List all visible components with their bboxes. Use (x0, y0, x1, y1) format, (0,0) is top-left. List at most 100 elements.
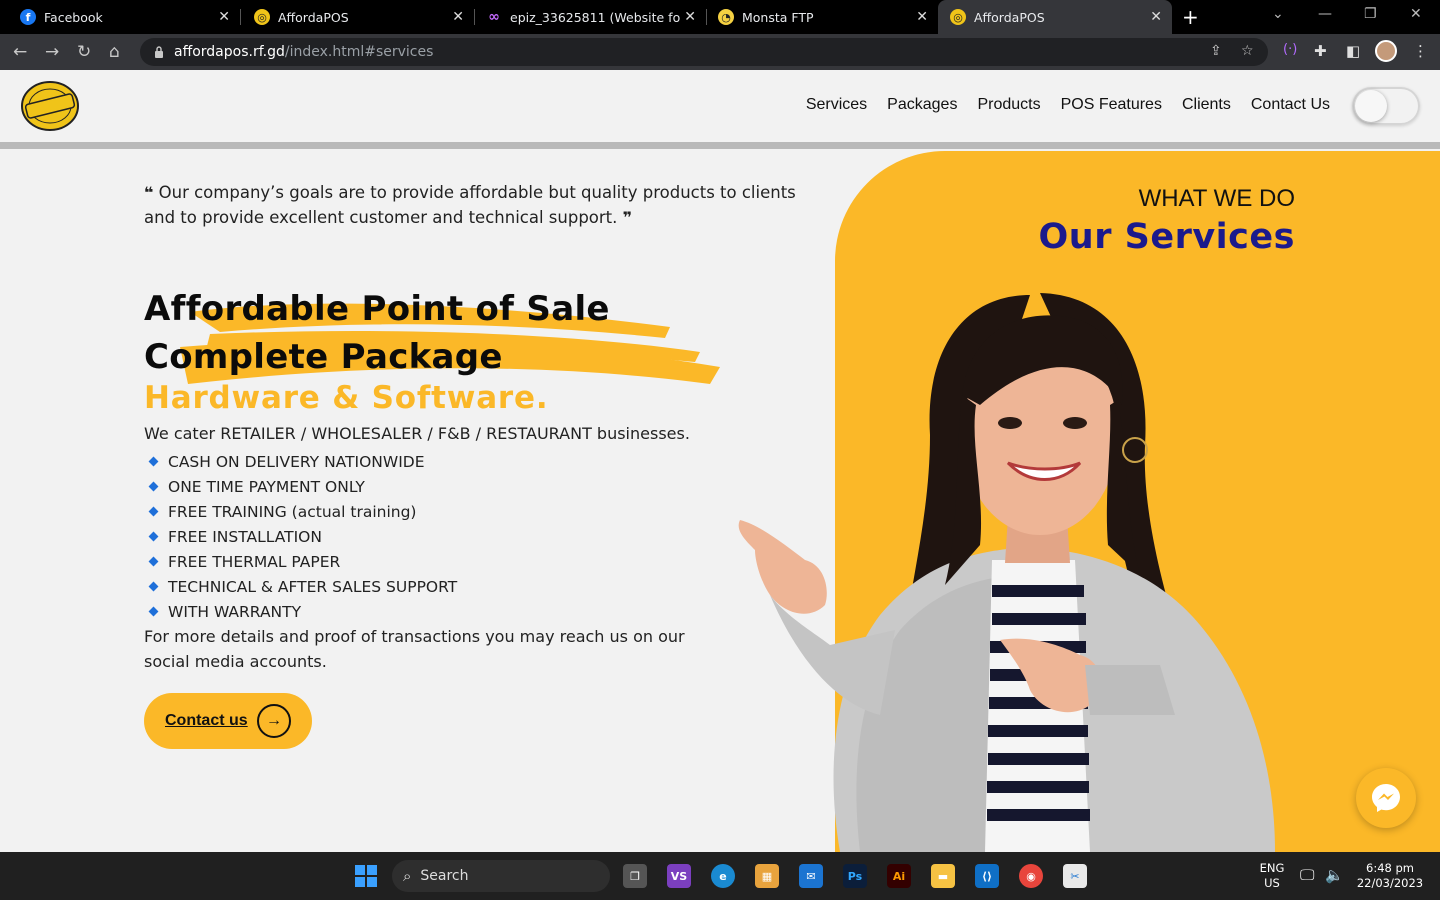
close-icon[interactable]: ✕ (452, 9, 464, 25)
contact-us-label: Contact us (165, 712, 248, 729)
menu-kebab-icon[interactable]: ⋮ (1413, 42, 1428, 60)
theme-toggle[interactable] (1352, 87, 1420, 125)
diamond-bullet-icon (148, 581, 159, 592)
edge-icon[interactable]: e (711, 864, 735, 888)
feature-text: ONE TIME PAYMENT ONLY (168, 477, 365, 496)
affordapos-icon: ◎ (950, 9, 966, 25)
tab-title: AffordaPOS (974, 9, 1045, 25)
microsoft-store-icon[interactable]: ▦ (755, 864, 779, 888)
windows-taskbar: ⌕ Search ❐ VS e ▦ ✉ Ps Ai ▬ ⟨⟩ ◉ ✂ ENG U… (0, 852, 1440, 900)
volume-icon[interactable]: 🔈 (1325, 866, 1344, 884)
details-text: For more details and proof of transactio… (144, 627, 685, 671)
clock[interactable]: 6:48 pm 22/03/2023 (1350, 861, 1430, 891)
messenger-chat-button[interactable] (1356, 768, 1416, 828)
address-bar[interactable]: affordapos.rf.gd/index.html#services ⇪ ☆ (140, 38, 1268, 66)
tab-infinityfree[interactable]: ∞ epiz_33625811 (Website for Affo ✕ (474, 0, 706, 34)
list-item: WITH WARRANTY (148, 599, 457, 624)
taskbar-search[interactable]: ⌕ Search (392, 860, 610, 892)
profile-avatar[interactable] (1375, 40, 1397, 62)
feature-text: FREE THERMAL PAPER (168, 552, 341, 571)
tab-title: Monsta FTP (742, 9, 814, 25)
nav-pos-features[interactable]: POS Features (1061, 96, 1162, 114)
file-explorer-icon[interactable]: ▬ (931, 864, 955, 888)
home-icon[interactable]: ⌂ (109, 42, 120, 62)
language-code: ENG (1259, 861, 1285, 875)
tab-title: epiz_33625811 (Website for Affo (510, 9, 680, 25)
tab-title: Facebook (44, 9, 103, 25)
close-quote-icon: ❞ (622, 208, 633, 227)
feature-text: WITH WARRANTY (168, 602, 302, 621)
windows-start-icon[interactable] (354, 864, 378, 888)
forward-icon[interactable]: → (45, 42, 59, 62)
window-close-icon[interactable]: ✕ (1410, 6, 1422, 22)
illustrator-icon[interactable]: Ai (887, 864, 911, 888)
url-host: affordapos.rf.gd (174, 44, 285, 60)
quote-text: Our company’s goals are to provide affor… (144, 183, 796, 227)
feature-text: FREE INSTALLATION (168, 527, 322, 546)
nav-products[interactable]: Products (977, 96, 1040, 114)
clock-date: 22/03/2023 (1356, 876, 1424, 890)
tab-search-icon[interactable]: ⌄ (1272, 6, 1284, 22)
nav-services[interactable]: Services (806, 96, 867, 114)
messenger-icon (1372, 784, 1400, 812)
list-item: TECHNICAL & AFTER SALES SUPPORT (148, 574, 457, 599)
mail-icon[interactable]: ✉ (799, 864, 823, 888)
lock-icon (155, 46, 163, 58)
affordapos-logo[interactable] (20, 80, 80, 132)
nav-clients[interactable]: Clients (1182, 96, 1231, 114)
tab-affordapos-active[interactable]: ◎ AffordaPOS ✕ (938, 0, 1172, 34)
diamond-bullet-icon (148, 506, 159, 517)
tab-monsta-ftp[interactable]: ◔ Monsta FTP ✕ (706, 0, 938, 34)
header-divider (0, 142, 1440, 149)
close-icon[interactable]: ✕ (684, 9, 696, 25)
feature-text: FREE TRAINING (actual training) (168, 502, 417, 521)
browser-tab-strip: f Facebook ✕ ◎ AffordaPOS ✕ ∞ epiz_33625… (0, 0, 1440, 34)
contact-us-button[interactable]: Contact us → (144, 693, 312, 749)
browser-toolbar: ← → ↻ ⌂ affordapos.rf.gd/index.html#serv… (0, 34, 1440, 70)
hero-headline: Affordable Point of Sale Complete Packag… (144, 285, 784, 381)
diamond-bullet-icon (148, 531, 159, 542)
reload-icon[interactable]: ↻ (77, 42, 91, 62)
tab-affordapos[interactable]: ◎ AffordaPOS ✕ (240, 0, 474, 34)
close-icon[interactable]: ✕ (916, 9, 928, 25)
feature-list: CASH ON DELIVERY NATIONWIDE ONE TIME PAY… (148, 449, 457, 624)
task-view-icon[interactable]: ❐ (623, 864, 647, 888)
infinityfree-icon: ∞ (488, 9, 500, 25)
feature-text: CASH ON DELIVERY NATIONWIDE (168, 452, 425, 471)
close-icon[interactable]: ✕ (1150, 9, 1162, 25)
language-indicator[interactable]: ENG US (1252, 861, 1292, 891)
affordapos-icon: ◎ (254, 9, 270, 25)
restore-icon[interactable]: ❐ (1364, 6, 1377, 22)
nav-contact-us[interactable]: Contact Us (1251, 96, 1330, 114)
woman-pointing-image (738, 293, 1275, 852)
back-icon[interactable]: ← (13, 42, 27, 62)
snipping-tool-icon[interactable]: ✂ (1063, 864, 1087, 888)
puzzle-extensions-icon[interactable]: ✚ (1314, 42, 1327, 60)
minimize-icon[interactable]: — (1318, 6, 1332, 22)
side-panel-icon[interactable]: ◧ (1346, 42, 1360, 60)
network-icon[interactable]: 🖵 (1300, 866, 1314, 884)
list-item: FREE TRAINING (actual training) (148, 499, 457, 524)
list-item: FREE INSTALLATION (148, 524, 457, 549)
new-tab-button[interactable]: + (1182, 5, 1199, 29)
facebook-icon: f (20, 9, 36, 25)
share-icon[interactable]: ⇪ (1210, 43, 1222, 59)
site-header: Services Packages Products POS Features … (0, 70, 1440, 142)
bookmark-star-icon[interactable]: ☆ (1241, 43, 1254, 59)
extension-icon[interactable]: (·) (1283, 42, 1297, 57)
vscode-icon[interactable]: ⟨⟩ (975, 864, 999, 888)
photoshop-icon[interactable]: Ps (843, 864, 867, 888)
feature-text: TECHNICAL & AFTER SALES SUPPORT (168, 577, 458, 596)
open-quote-icon: ❝ (144, 183, 154, 202)
list-item: CASH ON DELIVERY NATIONWIDE (148, 449, 457, 474)
toggle-knob (1355, 90, 1387, 122)
nav-packages[interactable]: Packages (887, 96, 957, 114)
search-placeholder: Search (420, 868, 469, 884)
close-icon[interactable]: ✕ (218, 9, 230, 25)
tab-facebook[interactable]: f Facebook ✕ (0, 0, 240, 34)
visual-studio-icon[interactable]: VS (667, 864, 691, 888)
business-types-text: We cater RETAILER / WHOLESALER / F&B / R… (144, 424, 690, 443)
main-nav: Services Packages Products POS Features … (786, 96, 1330, 114)
chrome-icon[interactable]: ◉ (1019, 864, 1043, 888)
diamond-bullet-icon (148, 456, 159, 467)
